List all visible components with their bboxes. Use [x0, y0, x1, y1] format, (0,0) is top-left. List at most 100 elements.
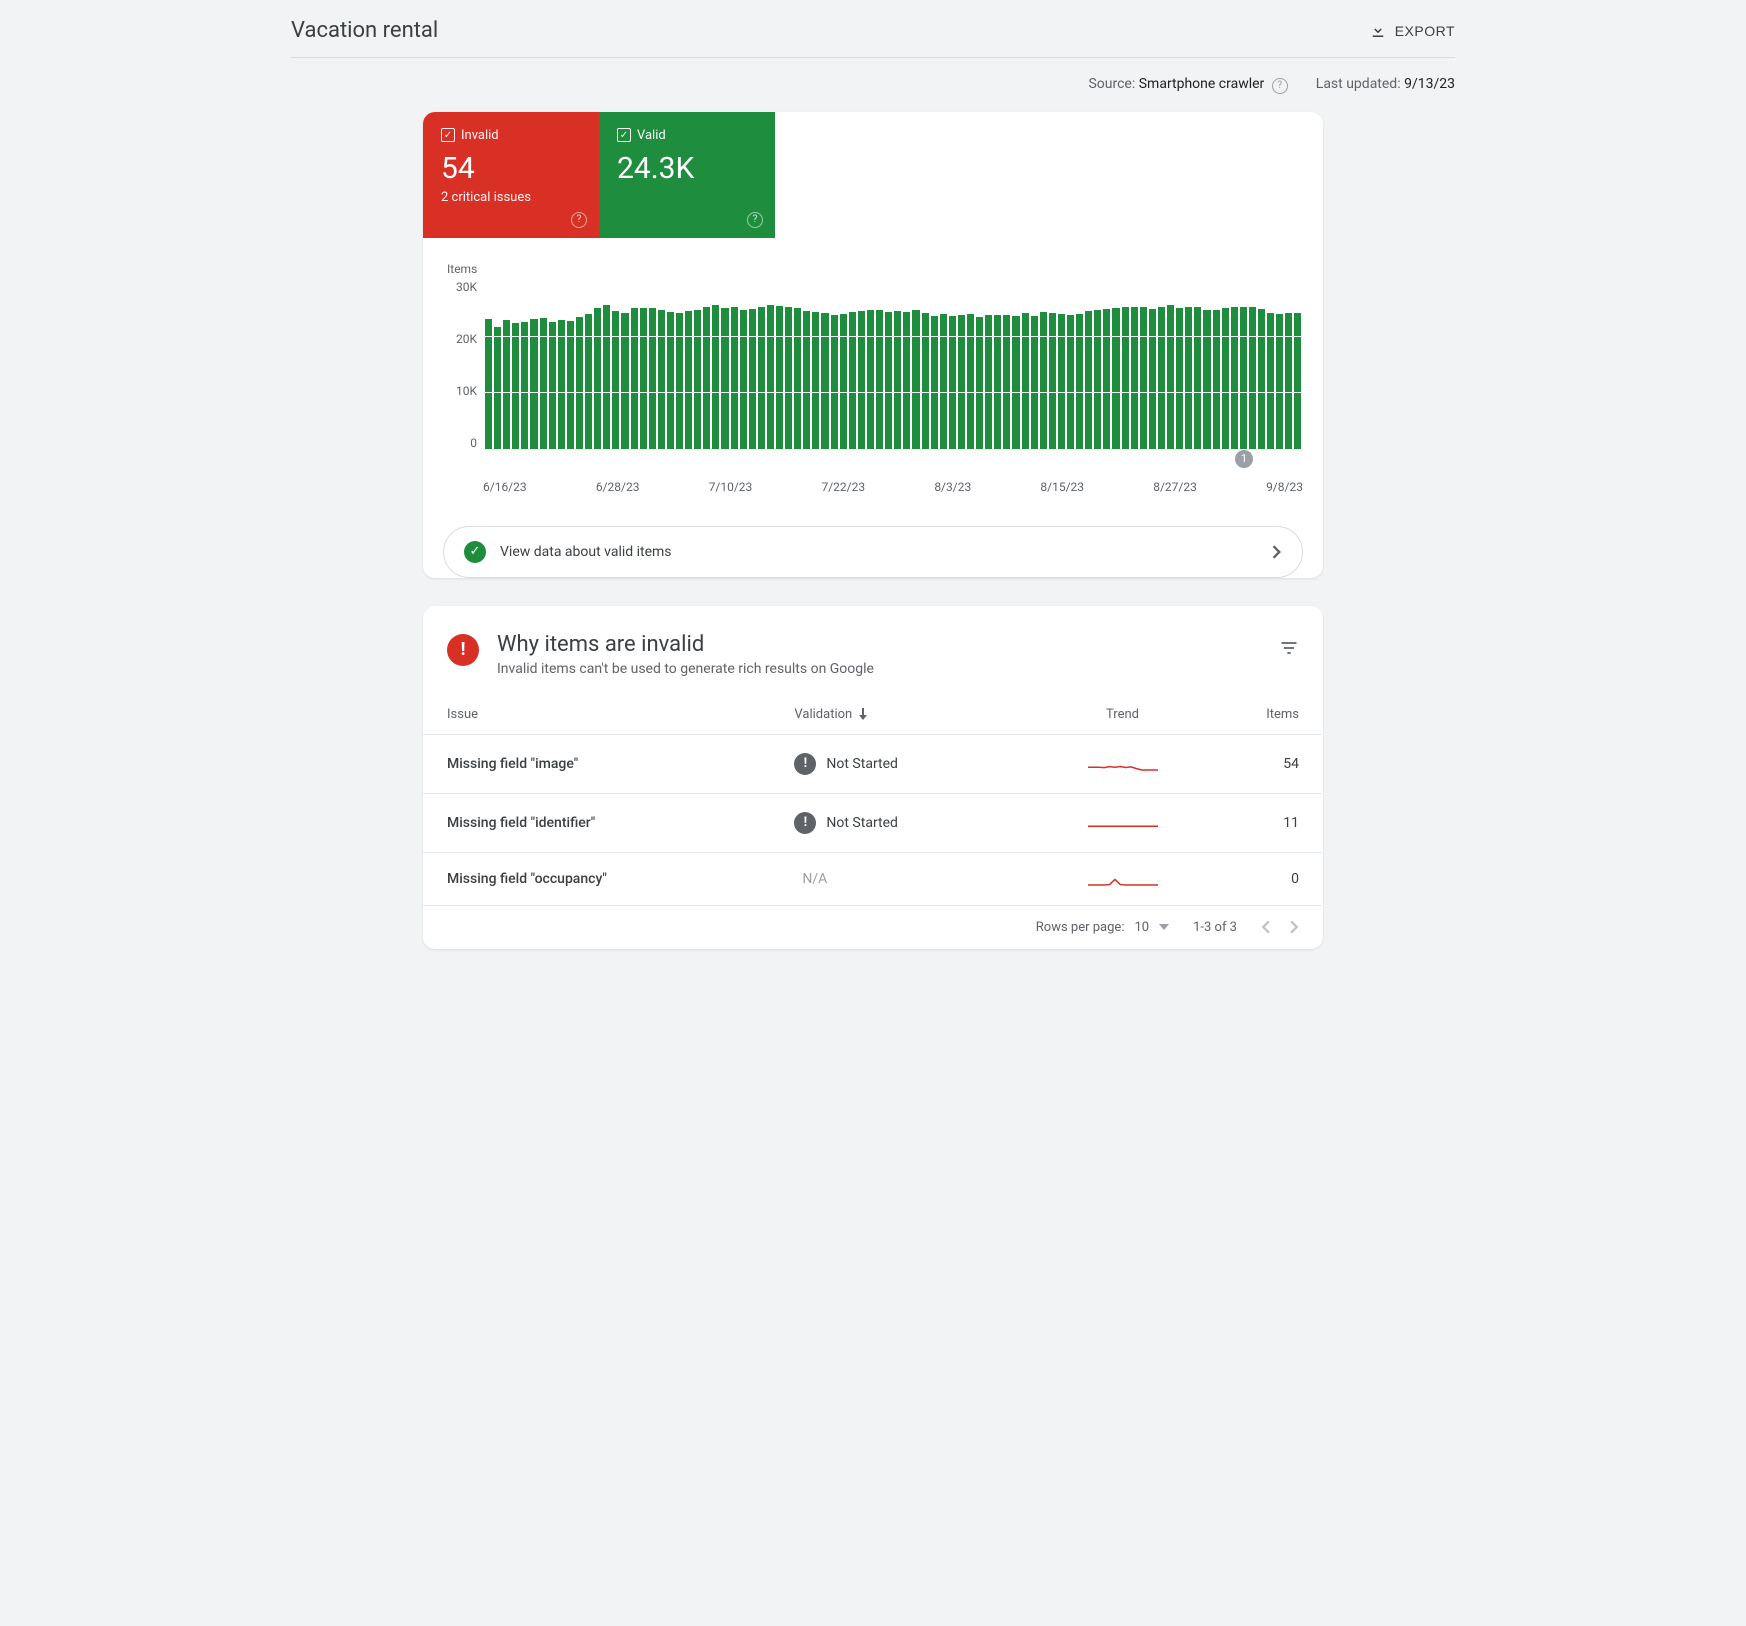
prev-page-button[interactable] [1261, 920, 1270, 934]
issue-row[interactable]: Missing field "identifier"!Not Started11 [423, 794, 1323, 853]
alert-icon: ! [447, 634, 479, 666]
chart-bar[interactable] [1085, 311, 1092, 448]
chart-bar[interactable] [1058, 314, 1065, 449]
chart-bar[interactable] [749, 309, 756, 448]
chart-bar[interactable] [922, 313, 929, 449]
chart-bar[interactable] [1022, 313, 1029, 448]
chart-bar[interactable] [649, 308, 656, 449]
export-button[interactable]: EXPORT [1369, 22, 1455, 40]
chart-bar[interactable] [912, 310, 919, 449]
chart-bar[interactable] [1185, 307, 1192, 448]
chart-bar[interactable] [1131, 307, 1138, 448]
next-page-button[interactable] [1290, 920, 1299, 934]
filter-icon[interactable] [1279, 638, 1299, 658]
chart-bar[interactable] [540, 318, 547, 449]
chart-bar[interactable] [1276, 314, 1283, 448]
chart-bar[interactable] [1222, 308, 1229, 448]
chart-bar[interactable] [758, 307, 765, 448]
help-icon[interactable]: ? [1272, 78, 1288, 94]
chart-bar[interactable] [558, 320, 565, 448]
chart-bar[interactable] [667, 312, 674, 449]
chart-bar[interactable] [1094, 310, 1101, 449]
rows-per-page-select[interactable]: Rows per page: 10 [1036, 920, 1169, 935]
chart-bar[interactable] [512, 323, 519, 448]
chart-bar[interactable] [658, 310, 665, 448]
chart-bar[interactable] [940, 314, 947, 449]
chart-bar[interactable] [530, 319, 537, 449]
issue-trend [1026, 756, 1219, 772]
chart-bar[interactable] [1194, 307, 1201, 448]
help-icon[interactable]: ? [747, 212, 763, 228]
chart-bar[interactable] [1049, 313, 1056, 448]
chart-bar[interactable] [694, 310, 701, 449]
col-trend[interactable]: Trend [1026, 707, 1219, 722]
chart-bar[interactable] [549, 322, 556, 448]
chart-bar[interactable] [1240, 307, 1247, 449]
chart-bar[interactable] [903, 312, 910, 449]
chart-bar[interactable] [894, 311, 901, 448]
chart-bar[interactable] [712, 305, 719, 448]
chart-bar[interactable] [1176, 308, 1183, 449]
chart-bar[interactable] [731, 307, 738, 448]
chart-bar[interactable] [1076, 314, 1083, 448]
chart-bar[interactable] [1112, 308, 1119, 448]
chart-bar[interactable] [703, 307, 710, 449]
chart-bar[interactable] [1140, 307, 1147, 448]
chart-bar[interactable] [521, 322, 528, 449]
chart-bar[interactable] [685, 311, 692, 448]
col-issue[interactable]: Issue [447, 707, 794, 722]
chart-bar[interactable] [631, 308, 638, 448]
chart-bar[interactable] [640, 308, 647, 449]
chart-bar[interactable] [849, 312, 856, 449]
chart-bar[interactable] [1258, 309, 1265, 449]
chart-bar[interactable] [1122, 307, 1129, 449]
chart-bar[interactable] [603, 305, 610, 448]
chart-bar[interactable] [785, 307, 792, 448]
chart-bar[interactable] [594, 308, 601, 448]
chart-bar[interactable] [1040, 312, 1047, 448]
issue-row[interactable]: Missing field "occupancy"N/A0 [423, 853, 1323, 906]
chart-bar[interactable] [1231, 307, 1238, 448]
chart-bar[interactable] [1167, 305, 1174, 448]
col-validation[interactable]: Validation [794, 707, 1026, 722]
chart-bar[interactable] [840, 314, 847, 448]
chart-bar[interactable] [776, 306, 783, 449]
chart-bar[interactable] [494, 327, 501, 448]
chart-bar[interactable] [1213, 310, 1220, 449]
chart-bar[interactable] [867, 310, 874, 448]
chart-bar[interactable] [1267, 313, 1274, 448]
view-valid-items-button[interactable]: ✓ View data about valid items [443, 526, 1303, 578]
invalid-tile[interactable]: ✓ Invalid 54 2 critical issues ? [423, 112, 599, 238]
chart-bar[interactable] [740, 310, 747, 449]
chart-bar[interactable] [1149, 309, 1156, 448]
help-icon[interactable]: ? [571, 212, 587, 228]
col-items[interactable]: Items [1219, 707, 1299, 722]
chart-bar[interactable] [967, 314, 974, 448]
chart-bar[interactable] [803, 311, 810, 448]
chart-bar[interactable] [612, 311, 619, 448]
chart-bar[interactable] [621, 313, 628, 448]
chart-bar[interactable] [721, 308, 728, 449]
chart-bar[interactable] [567, 321, 574, 448]
chart-bar[interactable] [794, 308, 801, 449]
chart-bar[interactable] [876, 310, 883, 448]
chart-bar[interactable] [885, 312, 892, 448]
chart-marker[interactable]: 1 [1235, 450, 1253, 468]
issue-row[interactable]: Missing field "image"!Not Started54 [423, 735, 1323, 794]
chart-bar[interactable] [503, 320, 510, 448]
valid-tile[interactable]: ✓ Valid 24.3K ? [599, 112, 775, 238]
chart-bar[interactable] [767, 305, 774, 448]
chart-bar[interactable] [485, 319, 492, 449]
chart-bar[interactable] [821, 313, 828, 448]
chart-bar[interactable] [1285, 313, 1292, 449]
chart-bar[interactable] [1203, 310, 1210, 449]
chart-bar[interactable] [1103, 309, 1110, 448]
chart-bar[interactable] [1158, 307, 1165, 449]
chart-bar[interactable] [676, 313, 683, 448]
chart-bar[interactable] [812, 312, 819, 448]
chart-bar[interactable] [858, 311, 865, 448]
chart-bar[interactable] [1249, 307, 1256, 448]
chart-bar[interactable] [1294, 313, 1301, 448]
chart-bar[interactable] [585, 314, 592, 449]
chart-plot[interactable] [483, 280, 1303, 450]
